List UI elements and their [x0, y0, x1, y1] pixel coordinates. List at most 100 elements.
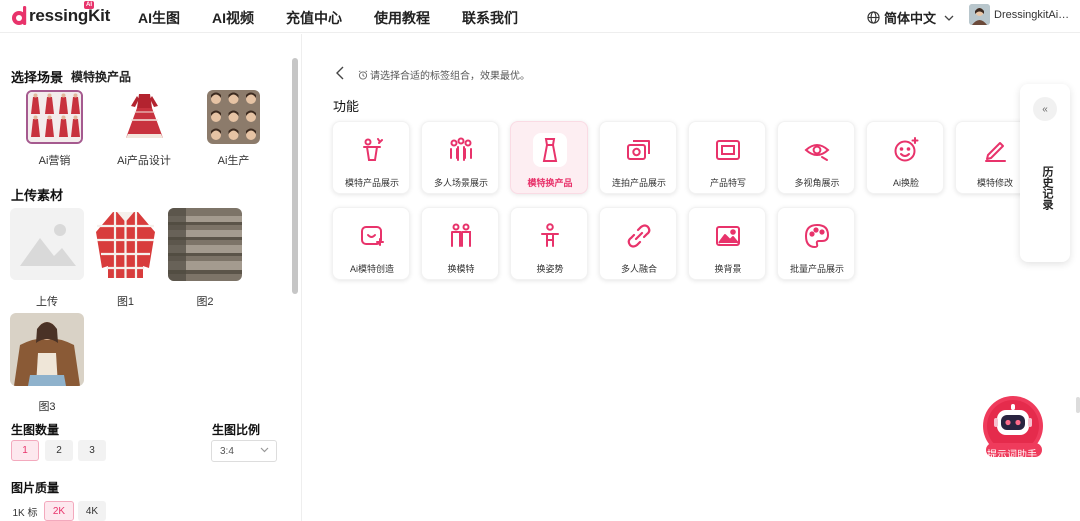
background-image-icon: [711, 219, 745, 253]
hint-bar: 请选择合适的标签组合，效果最优。: [358, 67, 530, 82]
feature-card-swap-model[interactable]: 换模特: [421, 207, 499, 280]
feature-label: 换姿势: [536, 264, 564, 274]
feature-card-face-swap[interactable]: Ai换脸: [866, 121, 944, 194]
closeup-frame-icon: [711, 133, 745, 167]
swap-model-icon: [444, 219, 478, 253]
upload-title: 上传素材: [11, 188, 64, 203]
feature-card-batch-display[interactable]: 批量产品展示: [777, 207, 855, 280]
nav-recharge[interactable]: 充值中心: [286, 8, 342, 28]
ratio-title: 生图比例: [212, 423, 261, 437]
scene-ai-marketing[interactable]: [26, 90, 83, 144]
upload-label-3: 图3: [38, 401, 56, 413]
scene-label-ai-marketing: Ai营销: [38, 155, 71, 167]
edit-pen-icon: [978, 133, 1012, 167]
nav-tutorial[interactable]: 使用教程: [374, 8, 430, 28]
hint-text: 请选择合适的标签组合，效果最优。: [370, 71, 530, 82]
image-placeholder-icon: [10, 208, 84, 280]
model-display-icon: [355, 133, 389, 167]
scene-ai-production[interactable]: [207, 90, 260, 144]
upload-button[interactable]: [10, 208, 84, 280]
feature-label: 模特产品展示: [344, 178, 399, 188]
user-menu[interactable]: DressingkitAi…: [969, 4, 1069, 25]
pose-icon: [533, 219, 567, 253]
feature-card-burst-display[interactable]: 连拍产品展示: [599, 121, 677, 194]
feature-card-closeup[interactable]: 产品特写: [688, 121, 766, 194]
feature-card-background[interactable]: 换背景: [688, 207, 766, 280]
alarm-clock-icon: [358, 69, 368, 80]
quality-option-1k[interactable]: 1K 标: [10, 501, 40, 521]
count-option-3[interactable]: 3: [78, 440, 106, 461]
feature-card-multi-view[interactable]: 多视角展示: [777, 121, 855, 194]
scene-title: 选择场景: [11, 70, 64, 85]
history-panel[interactable]: « 历史记录: [1020, 84, 1070, 262]
chevron-down-icon: [260, 447, 269, 453]
feature-label: 连拍产品展示: [611, 178, 666, 188]
feature-card-model-swap-product[interactable]: 模特换产品: [510, 121, 588, 194]
edge-handle[interactable]: [1076, 397, 1080, 413]
chevron-down-icon: [944, 15, 954, 21]
scene-label-ai-product-design: Ai产品设计: [117, 155, 171, 167]
feature-label: 多人融合: [620, 264, 657, 274]
upload-label-2: 图2: [196, 296, 214, 308]
collapse-icon[interactable]: «: [1033, 97, 1057, 121]
count-title: 生图数量: [11, 423, 60, 437]
username: DressingkitAi…: [994, 8, 1070, 21]
feature-label: Ai换脸: [892, 178, 919, 188]
nav-contact[interactable]: 联系我们: [462, 8, 518, 28]
red-dress-grid-image: [28, 92, 81, 142]
ai-model-create-icon: [355, 219, 389, 253]
globe-icon: [867, 11, 880, 24]
ratio-value: 3:4: [220, 445, 234, 457]
feature-card-pose[interactable]: 换姿势: [510, 207, 588, 280]
scene-ai-product-design[interactable]: [117, 90, 172, 144]
feature-card-group-scene[interactable]: 多人场景展示: [421, 121, 499, 194]
logo-text: ressingKit: [29, 6, 111, 25]
feature-section-title: 功能: [333, 99, 360, 114]
back-arrow-icon[interactable]: [335, 66, 345, 80]
upload-image-2[interactable]: [168, 208, 242, 281]
count-option-2[interactable]: 2: [45, 440, 73, 461]
quality-option-2k[interactable]: 2K: [44, 501, 74, 521]
feature-card-model-display[interactable]: 模特产品展示: [332, 121, 410, 194]
sidebar-scrollbar[interactable]: [292, 58, 298, 294]
avatar: [969, 4, 990, 25]
upload-image-1[interactable]: [93, 208, 158, 281]
scene-label-ai-production: Ai生产: [217, 155, 250, 167]
nav-ai-video[interactable]: AI视频: [212, 8, 254, 28]
feature-label: 多人场景展示: [433, 178, 488, 188]
upload-image-3[interactable]: [10, 313, 84, 386]
top-header: ressingKit AI AI生图 AI视频 充值中心 使用教程 联系我们 简…: [0, 0, 1080, 33]
multi-view-eye-icon: [800, 133, 834, 167]
quality-option-4k[interactable]: 4K: [78, 501, 106, 521]
scene-current: 模特换产品: [71, 70, 132, 84]
logo-d-icon: [12, 6, 27, 25]
nav-ai-image[interactable]: AI生图: [138, 8, 180, 28]
quality-title: 图片质量: [11, 481, 60, 495]
history-label: 历史记录: [1041, 166, 1053, 210]
burst-photo-icon: [622, 133, 656, 167]
feature-card-fusion[interactable]: 多人融合: [599, 207, 677, 280]
feature-label: 多视角展示: [794, 178, 840, 188]
feature-label: 批量产品展示: [789, 264, 844, 274]
assistant-label: 提示词助手: [987, 450, 1037, 461]
model-brown-jacket-image: [10, 313, 84, 386]
fusion-link-icon: [622, 219, 656, 253]
group-scene-icon: [444, 133, 478, 167]
prompt-assistant-button[interactable]: 提示词助手: [980, 396, 1048, 461]
upload-label-1: 图1: [116, 296, 135, 308]
stone-steps-image: [168, 208, 242, 281]
upload-label: 上传: [36, 296, 58, 308]
feature-label: 产品特写: [709, 178, 746, 188]
face-swap-icon: [889, 133, 923, 167]
language-selector[interactable]: 简体中文: [867, 8, 958, 27]
logo-badge: AI: [84, 1, 94, 9]
ratio-select[interactable]: 3:4: [211, 440, 277, 462]
feature-label: Ai模特创造: [349, 264, 394, 274]
language-label: 简体中文: [884, 11, 937, 26]
feature-label: 换模特: [447, 264, 475, 274]
palette-icon: [800, 219, 834, 253]
logo[interactable]: ressingKit: [10, 3, 110, 29]
count-option-1[interactable]: 1: [11, 440, 39, 461]
feature-card-ai-model-create[interactable]: Ai模特创造: [332, 207, 410, 280]
red-dress-image: [117, 90, 172, 144]
